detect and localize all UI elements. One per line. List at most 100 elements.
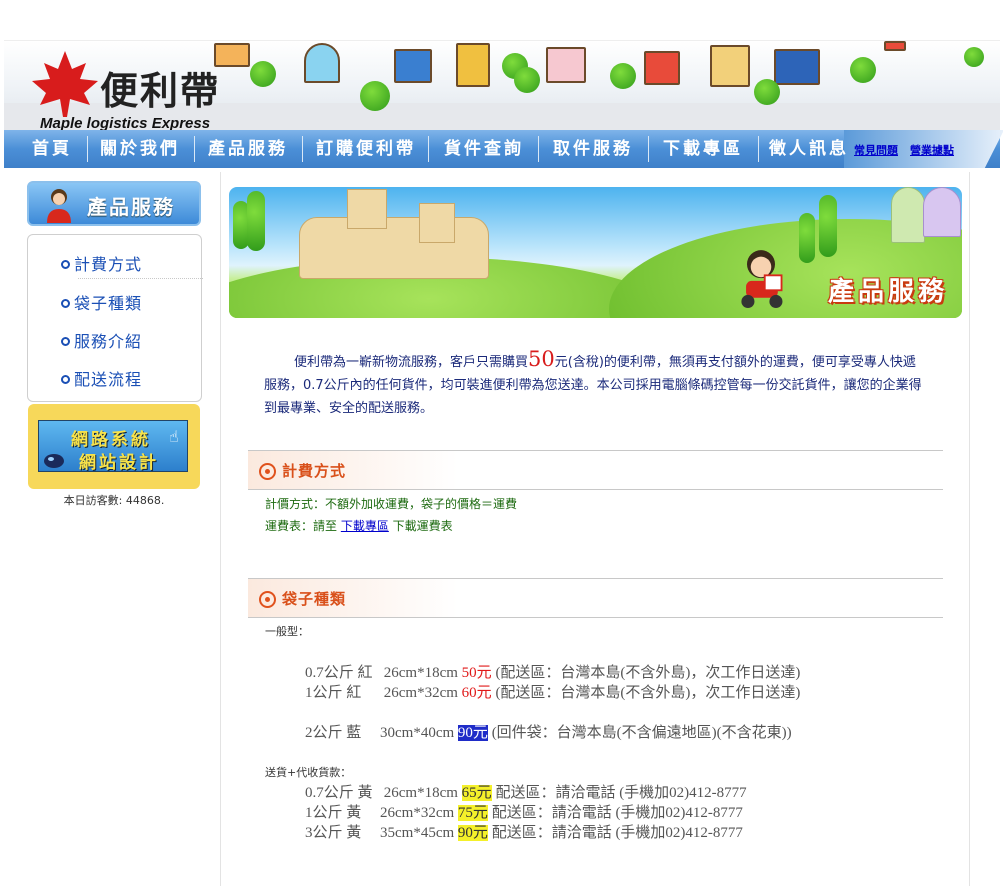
product-banner: 產品服務 (229, 187, 962, 318)
bag-row: 1公斤 紅 26cm*32cm 60元 (配送區：台灣本島(不含外島)，次工作日… (305, 681, 800, 702)
sidebar-item-delivery-flow[interactable]: 配送流程 (61, 366, 142, 390)
nav-link-faq[interactable]: 常見問題 (854, 142, 898, 158)
cod-bags-label: 送貨+代收貨款： (265, 766, 352, 779)
billing-line-1: 計價方式：不額外加收運費，袋子的價格＝運費 (265, 497, 518, 511)
building-decoration (546, 47, 586, 83)
building-decoration (644, 51, 680, 85)
tree-decoration (360, 81, 390, 111)
tree-decoration (819, 195, 837, 257)
bullet-icon (61, 299, 70, 308)
nav-tracking[interactable]: 貨件查詢 (436, 130, 532, 168)
tree-decoration (799, 213, 815, 263)
intro-price: 50 (528, 347, 555, 371)
bag-name: 1公斤 黃 (305, 805, 362, 821)
bag-note: (回件袋：台灣本島(不含偏遠地區)(不含花東)) (491, 725, 792, 741)
hand-cursor-icon: ☝ (169, 427, 179, 446)
maple-leaf-icon (32, 51, 98, 117)
bag-price: 90元 (457, 725, 488, 741)
bag-name: 0.7公斤 紅 (305, 665, 373, 681)
tower-decoration (923, 187, 961, 237)
sidebar-item-label: 袋子種類 (74, 294, 143, 313)
nav-separator (758, 136, 759, 162)
tree-decoration (514, 67, 540, 93)
nav-separator (302, 136, 303, 162)
nav-pickup[interactable]: 取件服務 (544, 130, 642, 168)
nav-jobs[interactable]: 徵人訊息 (764, 130, 854, 168)
sidebar-item-services[interactable]: 服務介紹 (61, 328, 142, 352)
ad-line-1: 網路系統 (71, 430, 151, 450)
castle-decoration (419, 203, 455, 243)
download-link[interactable]: 下載專區 (341, 519, 389, 533)
header-banner: 便利帶 Maple logistics Express (4, 40, 1000, 130)
tree-decoration (850, 57, 876, 83)
bag-price: 60元 (461, 685, 492, 701)
bag-row: 1公斤 黃 26cm*32cm 75元 配送區：請洽電話 (手機加02)412-… (305, 801, 743, 822)
main-nav: 首頁 關於我們 產品服務 訂購便利帶 貨件查詢 取件服務 下載專區 徵人訊息 常… (4, 130, 1003, 168)
bag-size: 26cm*18cm (383, 785, 458, 801)
sidebar-item-label: 計費方式 (74, 255, 143, 274)
bag-note: 配送區：請洽電話 (手機加02)412-8777 (491, 825, 743, 841)
tower-decoration (891, 187, 925, 243)
nav-separator (648, 136, 649, 162)
bag-note: 配送區：請洽電話 (手機加02)412-8777 (491, 805, 743, 821)
tree-decoration (610, 63, 636, 89)
general-bags-label: 一般型： (265, 625, 309, 638)
content-frame-border (220, 172, 221, 886)
bag-row: 2公斤 藍 30cm*40cm 90元 (回件袋：台灣本島(不含偏遠地區)(不含… (305, 721, 792, 742)
bullet-icon (61, 260, 70, 269)
bag-note: 配送區：請洽電話 (手機加02)412-8777 (495, 785, 747, 801)
nav-about[interactable]: 關於我們 (92, 130, 188, 168)
billing-line-2: 運費表：請至 下載專區 下載運費表 (265, 517, 453, 534)
nav-home[interactable]: 首頁 (22, 130, 82, 168)
delivery-rider-icon (741, 250, 783, 308)
building-decoration (214, 43, 250, 67)
sidebar-title: 產品服務 (27, 181, 201, 226)
section-title: 袋子種類 (282, 590, 347, 608)
web-design-ad[interactable]: 網路系統 網站設計 ☝ (28, 404, 200, 489)
billing-line-2-post: 下載運費表 (388, 519, 453, 533)
content-frame-border (969, 172, 970, 886)
avatar-icon (47, 189, 71, 223)
mouse-icon (44, 454, 64, 468)
bag-note: (配送區：台灣本島(不含外島)，次工作日送達) (495, 685, 801, 701)
banner-title: 產品服務 (827, 277, 948, 307)
nav-separator (87, 136, 88, 162)
nav-link-locations[interactable]: 營業據點 (910, 142, 954, 158)
sidebar-item-billing[interactable]: 計費方式 (61, 251, 142, 275)
target-icon (259, 591, 276, 608)
bag-size: 26cm*32cm (383, 685, 458, 701)
building-decoration (394, 49, 432, 83)
bag-name: 1公斤 紅 (305, 685, 362, 701)
nav-separator (428, 136, 429, 162)
tree-decoration (754, 79, 780, 105)
nav-separator (538, 136, 539, 162)
bag-row: 0.7公斤 紅 26cm*18cm 50元 (配送區：台灣本島(不含外島)，次工… (305, 661, 800, 682)
bag-price: 75元 (457, 805, 488, 821)
bag-size: 30cm*40cm (380, 725, 455, 741)
tree-decoration (247, 191, 265, 251)
nav-products[interactable]: 產品服務 (200, 130, 296, 168)
sidebar-item-bag-types[interactable]: 袋子種類 (61, 290, 142, 314)
building-decoration (710, 45, 750, 87)
bag-price: 65元 (461, 785, 492, 801)
logo-subtitle: Maple logistics Express (40, 115, 211, 130)
nav-download[interactable]: 下載專區 (654, 130, 752, 168)
logo-text[interactable]: 便利帶 (100, 71, 220, 111)
bag-price: 50元 (461, 665, 492, 681)
bullet-icon (61, 337, 70, 346)
ad-line-2: 網站設計 (79, 453, 159, 473)
building-decoration (304, 43, 340, 83)
bag-name: 2公斤 藍 (305, 725, 362, 741)
section-billing-header: 計費方式 (248, 450, 943, 490)
sidebar-menu: 計費方式 袋子種類 服務介紹 配送流程 (27, 234, 203, 402)
section-header-bg (248, 451, 458, 489)
castle-decoration (299, 217, 489, 279)
nav-separator (194, 136, 195, 162)
intro-paragraph: 便利帶為一嶄新物流服務，客戶只需購買50元(含稅)的便利帶，無須再支付額外的運費… (264, 348, 928, 420)
bag-note: (配送區：台灣本島(不含外島)，次工作日送達) (495, 665, 801, 681)
tree-decoration (964, 47, 984, 67)
tree-decoration (250, 61, 276, 87)
castle-decoration (347, 189, 387, 229)
bullet-icon (61, 375, 70, 384)
nav-order[interactable]: 訂購便利帶 (308, 130, 424, 168)
